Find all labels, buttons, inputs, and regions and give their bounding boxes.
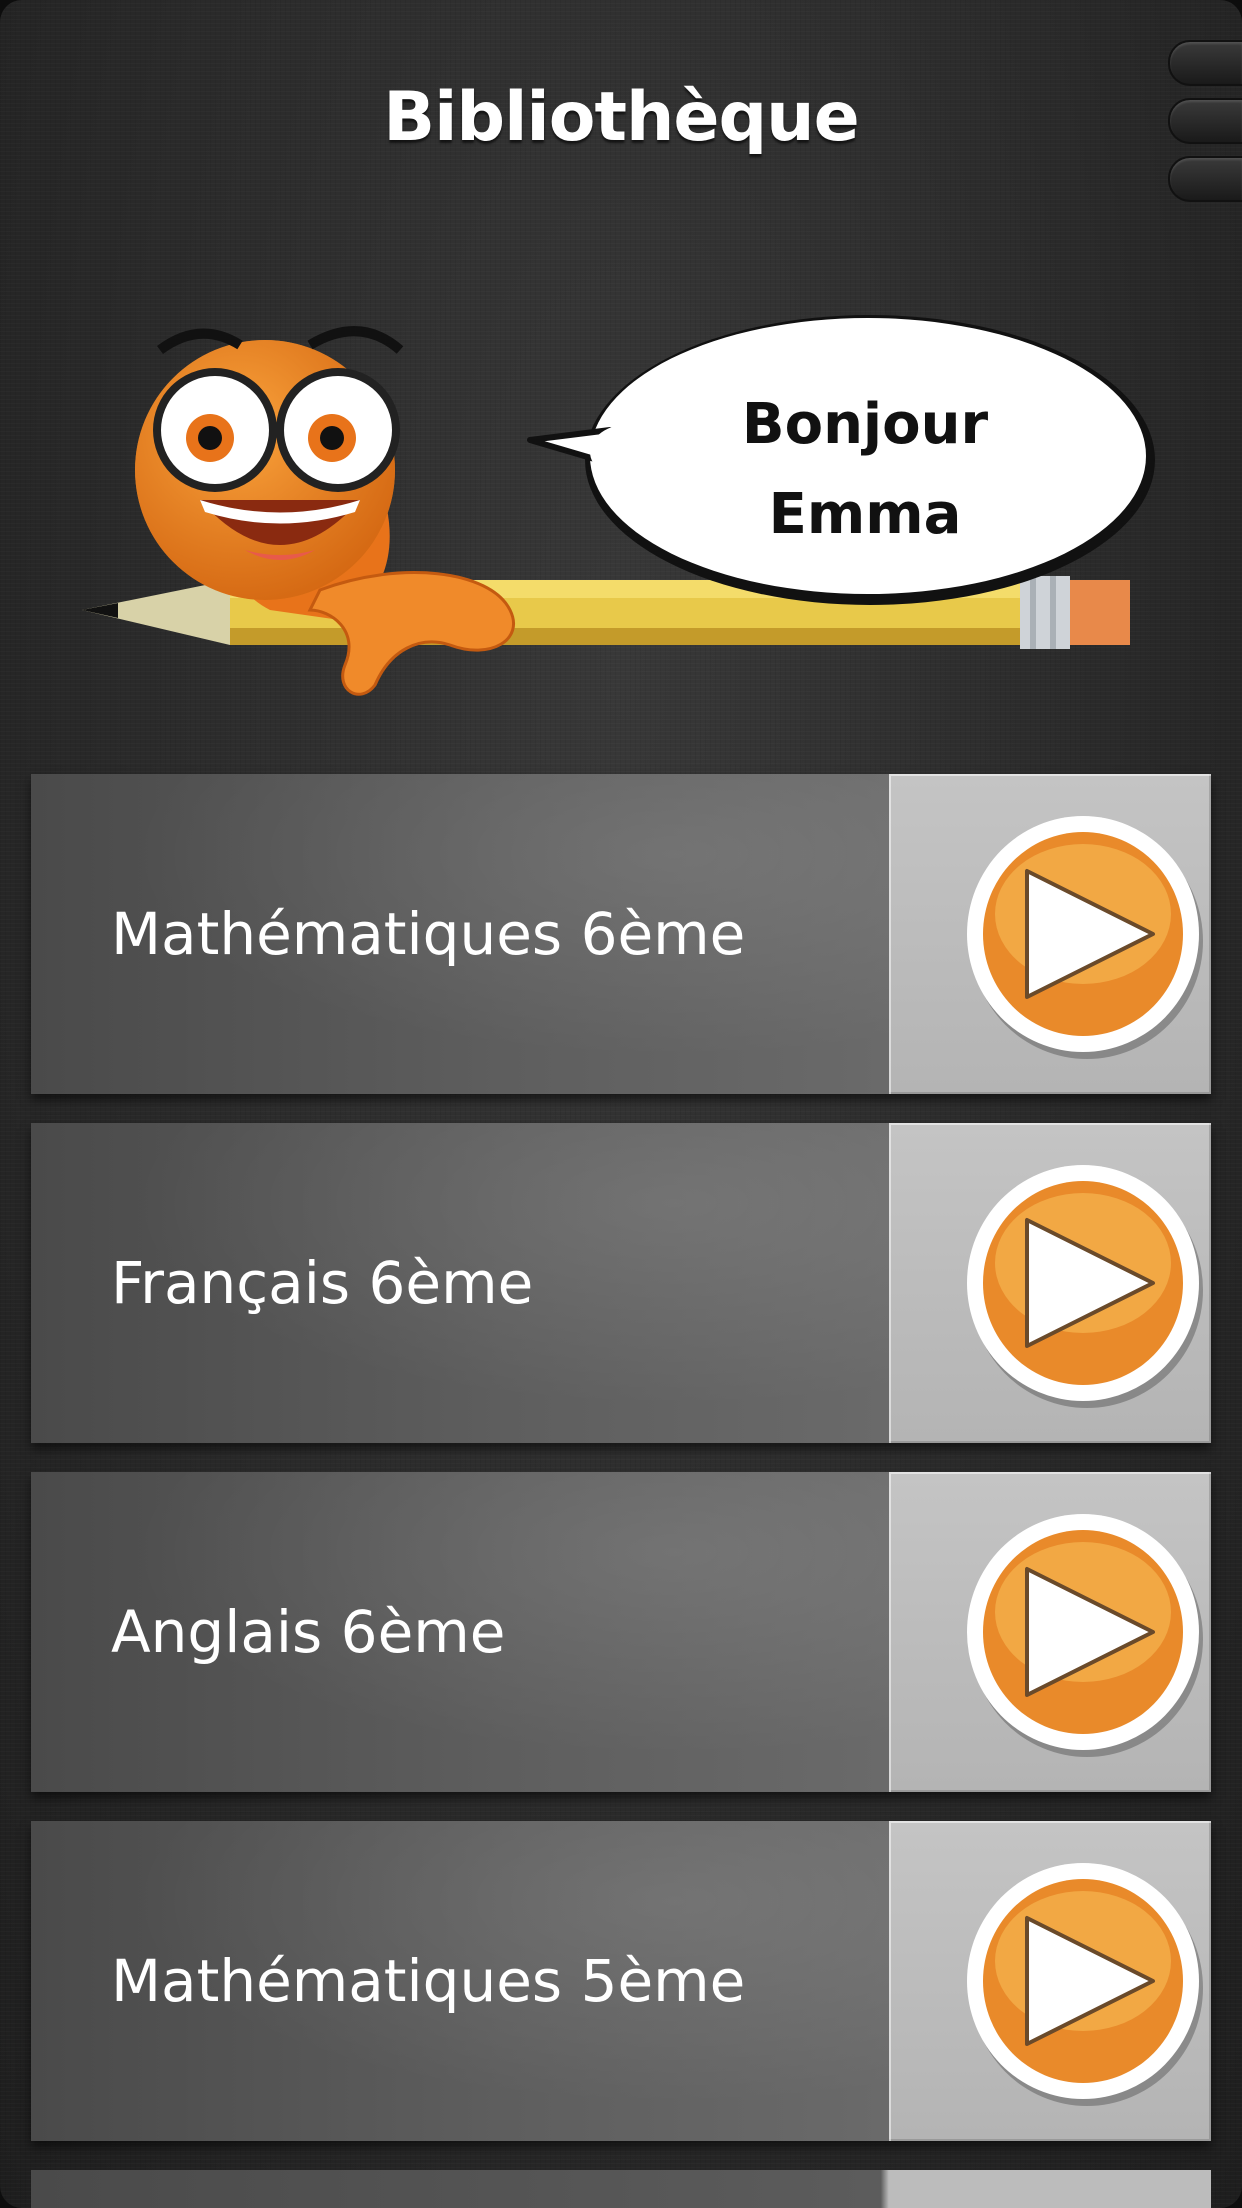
play-button[interactable]	[965, 1507, 1205, 1757]
course-label: Anglais 6ème	[111, 1598, 506, 1666]
course-row-body[interactable]: Français 6ème	[31, 1123, 889, 1443]
play-icon	[967, 1514, 1203, 1757]
page-title: Bibliothèque	[383, 78, 859, 157]
course-row[interactable]: Mathématiques 6ème	[31, 774, 1211, 1094]
course-row-partial[interactable]	[31, 2170, 1211, 2208]
play-icon	[967, 1863, 1203, 2106]
play-panel[interactable]	[889, 1821, 1211, 2141]
course-label: Mathématiques 6ème	[111, 900, 746, 968]
library-screen: Bibliothèque Bonjour Emma Mathématiques …	[0, 0, 1242, 2208]
play-button[interactable]	[965, 809, 1205, 1059]
course-row[interactable]: Mathématiques 5ème	[31, 1821, 1211, 2141]
play-button[interactable]	[965, 1158, 1205, 1408]
course-label: Mathématiques 5ème	[111, 1947, 746, 2015]
course-row[interactable]: Français 6ème	[31, 1123, 1211, 1443]
greeting-line-1: Bonjour	[741, 392, 989, 457]
menu-tab-icon[interactable]	[1168, 40, 1242, 86]
course-row[interactable]: Anglais 6ème	[31, 1472, 1211, 1792]
course-row-body[interactable]: Anglais 6ème	[31, 1472, 889, 1792]
course-row-body[interactable]: Mathématiques 6ème	[31, 774, 889, 1094]
course-row-body[interactable]: Mathématiques 5ème	[31, 1821, 889, 2141]
play-icon	[967, 1165, 1203, 1408]
menu-tab-icon[interactable]	[1168, 156, 1242, 202]
side-menu-handle[interactable]	[1162, 40, 1242, 210]
play-button[interactable]	[965, 1856, 1205, 2106]
play-icon	[967, 816, 1203, 1059]
play-panel[interactable]	[889, 1123, 1211, 1443]
play-panel[interactable]	[889, 1472, 1211, 1792]
play-panel[interactable]	[889, 774, 1211, 1094]
course-label: Français 6ème	[111, 1249, 534, 1317]
greeting-line-2: Emma	[768, 482, 962, 547]
menu-tab-icon[interactable]	[1168, 98, 1242, 144]
greeting-text: Bonjour Emma	[600, 380, 1130, 560]
